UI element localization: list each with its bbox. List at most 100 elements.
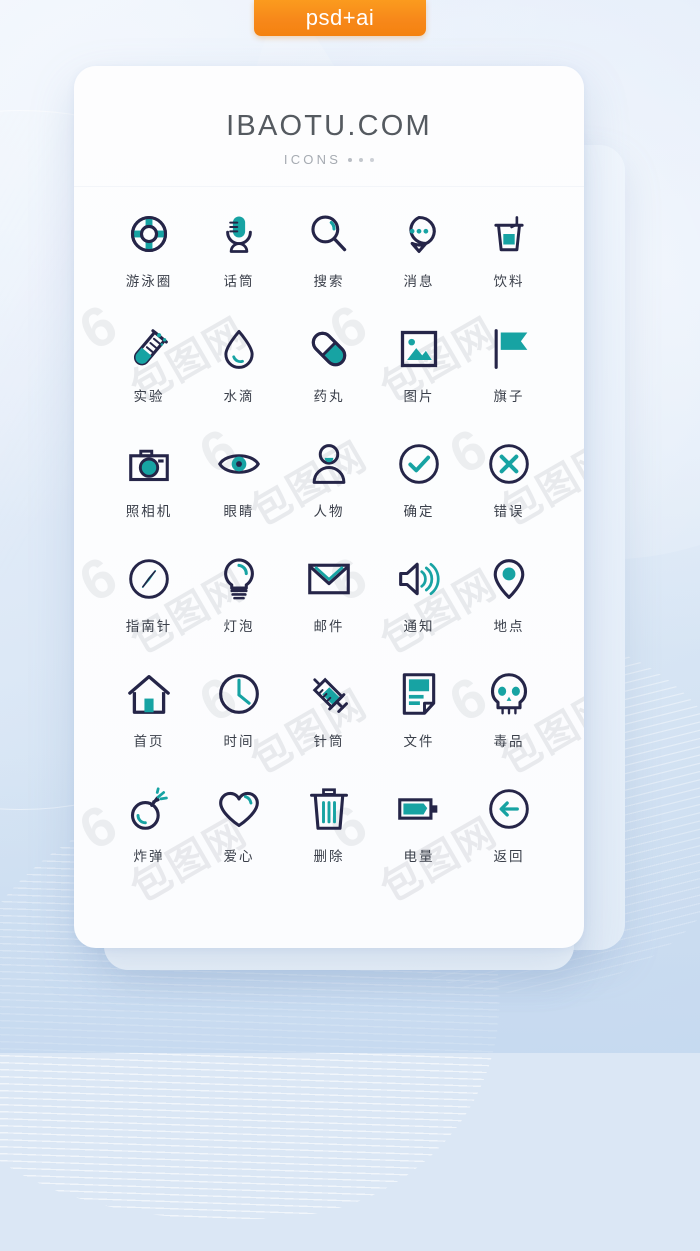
icon-cell-location[interactable]: 地点: [464, 556, 554, 647]
icon-label: 搜索: [313, 274, 345, 290]
icon-label: 错误: [493, 504, 525, 520]
icon-label: 时间: [223, 734, 255, 750]
home-icon: [126, 671, 172, 717]
decorative-dot-icon: [359, 157, 364, 162]
icon-label: 灯泡: [223, 619, 255, 635]
document-icon: [396, 671, 442, 717]
icon-label: 通知: [403, 619, 435, 635]
icon-cell-user[interactable]: 人物: [284, 441, 374, 532]
icon-cell-home[interactable]: 首页: [104, 671, 194, 762]
decorative-dot-icon: [370, 157, 375, 162]
search-icon: [306, 211, 352, 257]
pill-icon: [306, 326, 352, 372]
user-icon: [306, 441, 352, 487]
icon-label: 水滴: [223, 389, 255, 405]
location-pin-icon: [486, 556, 532, 602]
icon-label: 爱心: [223, 849, 255, 865]
heart-icon: [216, 786, 262, 832]
icon-label: 邮件: [313, 619, 345, 635]
icon-cell-search[interactable]: 搜索: [284, 211, 374, 302]
clock-icon: [216, 671, 262, 717]
icon-cell-compass[interactable]: 指南针: [104, 556, 194, 647]
icon-cell-microphone[interactable]: 话筒: [194, 211, 284, 302]
icon-cell-back[interactable]: 返回: [464, 786, 554, 877]
icon-label: 人物: [313, 504, 345, 520]
psd-ai-badge: psd+ai: [254, 0, 426, 36]
icon-label: 药丸: [313, 389, 345, 405]
icon-label: 电量: [403, 849, 435, 865]
icon-cell-drink[interactable]: 饮料: [464, 211, 554, 302]
syringe-icon: [306, 671, 352, 717]
icon-cell-clock[interactable]: 时间: [194, 671, 284, 762]
battery-icon: [396, 786, 442, 832]
message-icon: [396, 211, 442, 257]
compass-icon: [126, 556, 172, 602]
icon-label: 炸弹: [133, 849, 165, 865]
icon-label: 地点: [493, 619, 525, 635]
icon-cell-flag[interactable]: 旗子: [464, 326, 554, 417]
icon-label: 指南针: [125, 619, 173, 635]
icon-label: 首页: [133, 734, 165, 750]
subtitle-row: ICONS: [74, 152, 584, 167]
icon-cell-syringe[interactable]: 针筒: [284, 671, 374, 762]
water-drop-icon: [216, 326, 262, 372]
icon-label: 确定: [403, 504, 435, 520]
icon-cell-eye[interactable]: 眼睛: [194, 441, 284, 532]
icon-label: 返回: [493, 849, 525, 865]
icon-cell-document[interactable]: 文件: [374, 671, 464, 762]
icon-cell-envelope[interactable]: 邮件: [284, 556, 374, 647]
test-tube-icon: [126, 326, 172, 372]
icon-cell-bomb[interactable]: 炸弹: [104, 786, 194, 877]
icon-grid: 游泳圈 话筒 搜索 消息 饮料 实验 水滴 药丸 图片 旗子 照相机 眼睛 人物…: [74, 187, 584, 877]
trash-icon: [306, 786, 352, 832]
flag-icon: [486, 326, 532, 372]
close-circle-icon: [486, 441, 532, 487]
drink-icon: [486, 211, 532, 257]
icon-label: 实验: [133, 389, 165, 405]
lightbulb-icon: [216, 556, 262, 602]
speaker-icon: [396, 556, 442, 602]
icon-cell-camera[interactable]: 照相机: [104, 441, 194, 532]
icon-label: 旗子: [493, 389, 525, 405]
microphone-icon: [216, 211, 262, 257]
icon-label: 毒品: [493, 734, 525, 750]
icon-label: 图片: [403, 389, 435, 405]
camera-icon: [126, 441, 172, 487]
icon-cell-message[interactable]: 消息: [374, 211, 464, 302]
skull-icon: [486, 671, 532, 717]
icon-cell-notification[interactable]: 通知: [374, 556, 464, 647]
psd-ai-badge-label: psd+ai: [305, 5, 375, 30]
envelope-icon: [306, 556, 352, 602]
icon-cell-battery[interactable]: 电量: [374, 786, 464, 877]
icon-cell-test-tube[interactable]: 实验: [104, 326, 194, 417]
check-circle-icon: [396, 441, 442, 487]
back-arrow-icon: [486, 786, 532, 832]
icon-showcase-card: IBAOTU.COM ICONS 6 包图网 6 包图网 6 包图网 6 包图网…: [74, 66, 584, 948]
icon-cell-skull[interactable]: 毒品: [464, 671, 554, 762]
icon-label: 文件: [403, 734, 435, 750]
icon-cell-pill[interactable]: 药丸: [284, 326, 374, 417]
icon-cell-image[interactable]: 图片: [374, 326, 464, 417]
page-title: IBAOTU.COM: [226, 110, 432, 142]
eye-icon: [216, 441, 262, 487]
icon-label: 饮料: [493, 274, 525, 290]
image-icon: [396, 326, 442, 372]
icon-label: 消息: [403, 274, 435, 290]
card-header: IBAOTU.COM ICONS: [74, 66, 584, 187]
icon-cell-water-drop[interactable]: 水滴: [194, 326, 284, 417]
page-subtitle: ICONS: [283, 152, 342, 167]
icon-label: 眼睛: [223, 504, 255, 520]
icon-label: 话筒: [223, 274, 255, 290]
bomb-icon: [126, 786, 172, 832]
icon-cell-check[interactable]: 确定: [374, 441, 464, 532]
icon-cell-error[interactable]: 错误: [464, 441, 554, 532]
icon-label: 删除: [313, 849, 345, 865]
icon-label: 游泳圈: [125, 274, 173, 290]
lifebuoy-icon: [126, 211, 172, 257]
icon-label: 照相机: [125, 504, 173, 520]
icon-cell-trash[interactable]: 删除: [284, 786, 374, 877]
icon-label: 针筒: [313, 734, 345, 750]
icon-cell-heart[interactable]: 爱心: [194, 786, 284, 877]
icon-cell-lifebuoy[interactable]: 游泳圈: [104, 211, 194, 302]
icon-cell-lightbulb[interactable]: 灯泡: [194, 556, 284, 647]
